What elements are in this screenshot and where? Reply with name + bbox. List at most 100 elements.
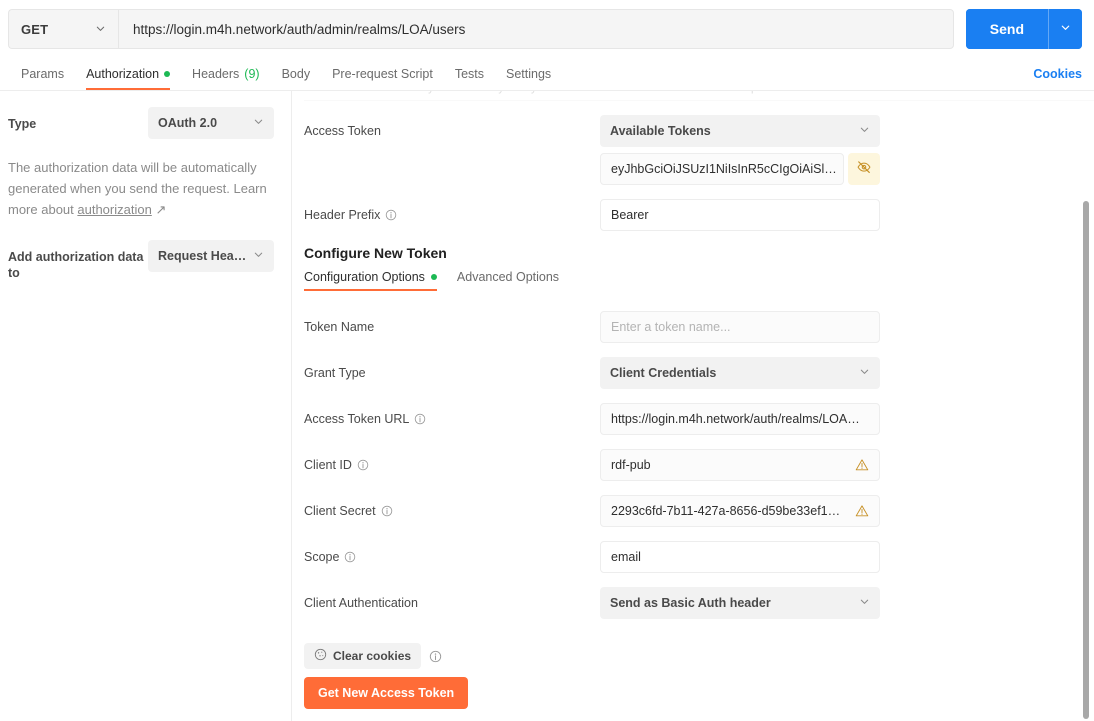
tab-params[interactable]: Params: [10, 67, 75, 90]
header-prefix-label-text: Header Prefix: [304, 208, 381, 222]
tab-label: Tests: [454, 67, 484, 81]
header-prefix-input[interactable]: Bearer: [600, 199, 880, 231]
tab-label: Params: [21, 67, 65, 81]
chevron-down-icon: [859, 366, 870, 380]
client-id-input[interactable]: rdf-pub: [600, 449, 880, 481]
access-token-label: Access Token: [304, 115, 600, 138]
oauth2-configuration-pane: This access token is only available to y…: [292, 91, 1094, 721]
subtab-label: Configuration Options: [304, 270, 425, 284]
http-method-select[interactable]: GET: [8, 9, 118, 49]
send-options-caret[interactable]: [1048, 9, 1082, 49]
clear-cookies-label: Clear cookies: [333, 649, 412, 663]
token-config-subtabs: Configuration Options Advanced Options: [304, 270, 1094, 291]
auth-type-select[interactable]: OAuth 2.0: [148, 107, 274, 139]
modified-dot-icon: [430, 274, 437, 280]
subtab-configuration-options[interactable]: Configuration Options: [304, 270, 437, 291]
token-value-row: eyJhbGciOiJSUzI1NiIsInR5cCIgOiAiSl…: [600, 153, 880, 185]
access-token-label-text: Access Token: [304, 124, 381, 138]
cookies-link[interactable]: Cookies: [1033, 67, 1082, 90]
tab-settings[interactable]: Settings: [495, 67, 562, 90]
access-token-row: Access Token Available Tokens eyJhbGciOi…: [304, 115, 1094, 185]
access-token-url-input[interactable]: https://login.m4h.network/auth/realms/LO…: [600, 403, 880, 435]
add-auth-data-select[interactable]: Request Hea…: [148, 240, 274, 272]
chevron-down-icon: [859, 124, 870, 138]
vertical-scrollbar-thumb[interactable]: [1083, 201, 1089, 719]
client-authentication-select[interactable]: Send as Basic Auth header: [600, 587, 880, 619]
info-icon[interactable]: [414, 413, 426, 425]
tab-tests[interactable]: Tests: [444, 67, 495, 90]
authorization-panel: Type OAuth 2.0 The authorization data wi…: [0, 91, 1094, 721]
cookie-icon: [314, 648, 327, 664]
header-prefix-label: Header Prefix: [304, 199, 600, 222]
send-button[interactable]: Send: [965, 9, 1048, 49]
client-authentication-row: Client Authentication Send as Basic Auth…: [304, 587, 1094, 619]
client-secret-value: 2293c6fd-7b11-427a-8656-d59be33ef1…: [611, 504, 841, 518]
info-icon[interactable]: [385, 209, 397, 221]
url-input[interactable]: https://login.m4h.network/auth/admin/rea…: [118, 9, 954, 49]
access-token-url-row: Access Token URL https://login.m4h.netwo…: [304, 403, 1094, 435]
get-new-access-token-button[interactable]: Get New Access Token: [304, 677, 469, 709]
grant-type-select[interactable]: Client Credentials: [600, 357, 880, 389]
chevron-down-icon: [253, 249, 264, 263]
scope-value: email: [611, 550, 641, 564]
tab-authorization[interactable]: Authorization: [75, 67, 181, 90]
auth-settings-sidebar: Type OAuth 2.0 The authorization data wi…: [0, 91, 292, 721]
scrolled-out-notice-text: This access token is only available to y…: [306, 91, 1094, 94]
warning-triangle-icon[interactable]: [855, 504, 869, 518]
subtab-label: Advanced Options: [456, 270, 560, 284]
configure-new-token-title: Configure New Token: [304, 245, 447, 261]
access-token-url-label-text: Access Token URL: [304, 412, 410, 426]
chevron-down-icon: [253, 116, 264, 130]
chevron-down-icon: [1060, 20, 1071, 38]
auth-type-row: Type OAuth 2.0: [8, 107, 275, 139]
toggle-token-visibility-button[interactable]: [848, 153, 880, 185]
token-name-input[interactable]: Enter a token name...: [600, 311, 880, 343]
subtab-advanced-options[interactable]: Advanced Options: [457, 270, 559, 291]
authorization-doc-link[interactable]: authorization: [77, 202, 151, 217]
scrolled-out-notice: This access token is only available to y…: [304, 91, 1094, 101]
info-icon[interactable]: [357, 459, 369, 471]
client-id-label-text: Client ID: [304, 458, 352, 472]
available-tokens-select[interactable]: Available Tokens: [600, 115, 880, 147]
auth-type-label: Type: [8, 117, 37, 131]
access-token-input[interactable]: eyJhbGciOiJSUzI1NiIsInR5cCIgOiAiSl…: [600, 153, 844, 185]
add-auth-data-value: Request Hea…: [158, 249, 247, 263]
client-id-row: Client ID rdf-pub: [304, 449, 1094, 481]
info-icon[interactable]: [429, 650, 442, 663]
tab-label: Pre-request Script: [332, 67, 433, 81]
clear-cookies-button[interactable]: Clear cookies: [304, 643, 422, 669]
warning-triangle-icon[interactable]: [855, 458, 869, 472]
add-auth-data-row: Add authorization data to Request Hea…: [8, 240, 275, 281]
scope-label-text: Scope: [304, 550, 340, 564]
send-group: Send: [965, 9, 1082, 49]
modified-dot-icon: [164, 71, 171, 77]
tab-label: Authorization: [86, 67, 160, 81]
grant-type-label-text: Grant Type: [304, 366, 366, 380]
tab-label: Headers: [192, 67, 240, 81]
client-secret-input[interactable]: 2293c6fd-7b11-427a-8656-d59be33ef1…: [600, 495, 880, 527]
scope-row: Scope email: [304, 541, 1094, 573]
tab-label: Settings: [506, 67, 552, 81]
info-icon[interactable]: [344, 551, 356, 563]
auth-help-text: The authorization data will be automatic…: [8, 157, 275, 220]
available-tokens-value: Available Tokens: [610, 124, 711, 138]
clear-cookies-row: Clear cookies: [304, 643, 1094, 669]
header-prefix-row: Header Prefix Bearer: [304, 199, 1094, 231]
tab-pre-request-script[interactable]: Pre-request Script: [321, 67, 444, 90]
scope-label: Scope: [304, 541, 600, 564]
tab-label: Body: [281, 67, 311, 81]
info-icon[interactable]: [381, 505, 393, 517]
grant-type-row: Grant Type Client Credentials: [304, 357, 1094, 389]
tab-body[interactable]: Body: [271, 67, 322, 90]
client-authentication-value: Send as Basic Auth header: [610, 596, 771, 610]
request-tabs: Params Authorization Headers (9) Body Pr…: [0, 58, 1094, 91]
client-secret-label: Client Secret: [304, 495, 600, 518]
grant-type-value: Client Credentials: [610, 366, 717, 380]
grant-type-label: Grant Type: [304, 357, 600, 380]
tab-headers[interactable]: Headers (9): [181, 67, 271, 90]
add-auth-data-label: Add authorization data to: [8, 250, 144, 280]
scope-input[interactable]: email: [600, 541, 880, 573]
client-authentication-label: Client Authentication: [304, 587, 600, 610]
token-name-row: Token Name Enter a token name...: [304, 311, 1094, 343]
token-name-placeholder: Enter a token name...: [611, 320, 731, 334]
